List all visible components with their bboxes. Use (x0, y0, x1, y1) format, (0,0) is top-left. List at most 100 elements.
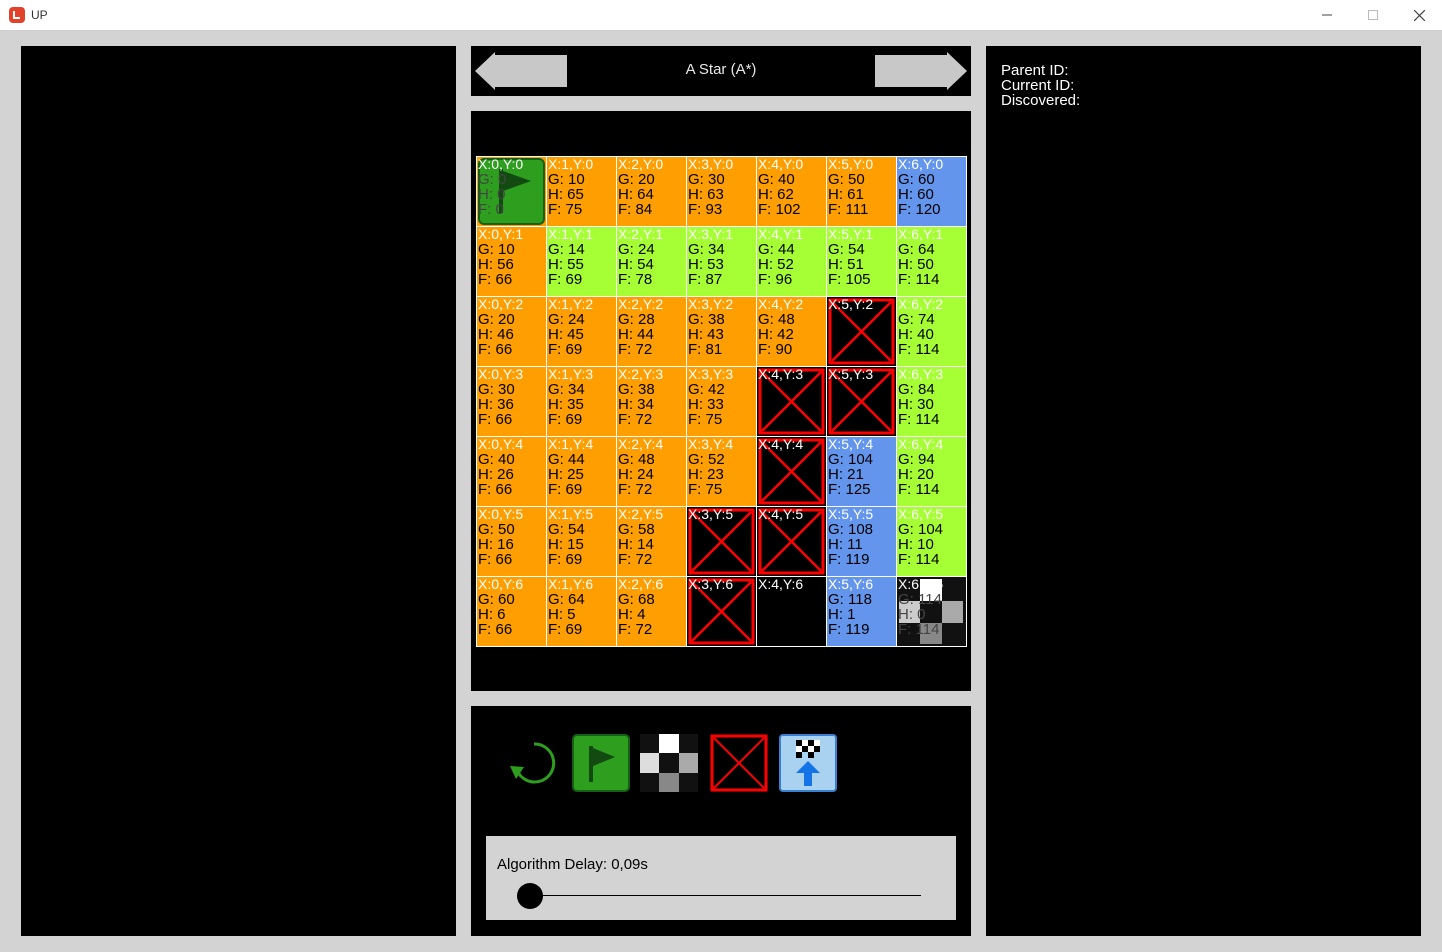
goal-checker-icon[interactable] (640, 734, 698, 792)
minimize-icon (1322, 14, 1332, 16)
grid-cell[interactable]: X:2,Y:3 G: 38 H: 34 F: 72 (616, 366, 687, 437)
grid-cell[interactable]: X:3,Y:3 G: 42 H: 33 F: 75 (686, 366, 757, 437)
cell-cost-values: G: 20 H: 64 F: 84 (618, 171, 655, 218)
cell-cost-values: G: 30 H: 63 F: 93 (688, 171, 725, 218)
grid-cell[interactable]: X:3,Y:5 (686, 506, 757, 577)
cell-coordinate-label: X:5,Y:2 (828, 296, 874, 312)
delay-slider-box: Algorithm Delay: 0,09s (486, 836, 956, 920)
grid-cell[interactable]: X:5,Y:1 G: 54 H: 51 F: 105 (826, 226, 897, 297)
cell-cost-values: G: 74 H: 40 F: 114 (898, 311, 940, 358)
cell-cost-values: G: 114 H: 0 F: 114 (898, 591, 942, 638)
cell-cost-values: G: 24 H: 54 F: 78 (618, 241, 655, 288)
grid-cell[interactable]: X:0,Y:5 G: 50 H: 16 F: 66 (476, 506, 547, 577)
cell-cost-values: G: 64 H: 5 F: 69 (548, 591, 585, 638)
grid-cell[interactable]: X:2,Y:0 G: 20 H: 64 F: 84 (616, 156, 687, 227)
grid-cell[interactable]: X:1,Y:0 G: 10 H: 65 F: 75 (546, 156, 617, 227)
grid-cell[interactable]: X:6,Y:1 G: 64 H: 50 F: 114 (896, 226, 967, 297)
algorithm-header: A Star (A*) (471, 46, 971, 96)
grid-cell[interactable]: X:4,Y:3 (756, 366, 827, 437)
grid-cell[interactable]: X:2,Y:2 G: 28 H: 44 F: 72 (616, 296, 687, 367)
close-button[interactable] (1396, 0, 1442, 30)
grid-cell[interactable]: X:0,Y:1 G: 10 H: 56 F: 66 (476, 226, 547, 297)
delay-slider-knob[interactable] (517, 883, 543, 909)
grid-cell[interactable]: X:2,Y:5 G: 58 H: 14 F: 72 (616, 506, 687, 577)
cell-coordinate-label: X:3,Y:6 (688, 576, 734, 592)
grid-cell[interactable]: X:4,Y:2 G: 48 H: 42 F: 90 (756, 296, 827, 367)
cell-coordinate-label: X:6,Y:6 (898, 576, 944, 592)
grid-cell[interactable]: X:0,Y:6 G: 60 H: 6 F: 66 (476, 576, 547, 647)
left-panel (21, 46, 456, 936)
cell-coordinate-label: X:6,Y:3 (898, 366, 944, 382)
cell-coordinate-label: X:2,Y:0 (618, 156, 664, 172)
grid-cell[interactable]: X:0,Y:0 G: 0 H: 0 F: 0 (476, 156, 547, 227)
grid-cell[interactable]: X:6,Y:3 G: 84 H: 30 F: 114 (896, 366, 967, 437)
cell-coordinate-label: X:6,Y:1 (898, 226, 944, 242)
grid-cell[interactable]: X:1,Y:3 G: 34 H: 35 F: 69 (546, 366, 617, 437)
cell-cost-values: G: 38 H: 34 F: 72 (618, 381, 655, 428)
grid-cell[interactable]: X:4,Y:6 (756, 576, 827, 647)
grid-cell[interactable]: X:1,Y:1 G: 14 H: 55 F: 69 (546, 226, 617, 297)
grid-cell[interactable]: X:2,Y:4 G: 48 H: 24 F: 72 (616, 436, 687, 507)
grid-cell[interactable]: X:0,Y:4 G: 40 H: 26 F: 66 (476, 436, 547, 507)
grid-cell[interactable]: X:5,Y:6 G: 118 H: 1 F: 119 (826, 576, 897, 647)
grid-cell[interactable]: X:3,Y:0 G: 30 H: 63 F: 93 (686, 156, 757, 227)
grid-cell[interactable]: X:1,Y:4 G: 44 H: 25 F: 69 (546, 436, 617, 507)
cell-coordinate-label: X:0,Y:6 (478, 576, 524, 592)
cell-cost-values: G: 30 H: 36 F: 66 (478, 381, 515, 428)
pathfinding-grid[interactable]: X:0,Y:0 G: 0 H: 0 F: 0 X:1,Y:0 G: 10 H: 65 … (476, 156, 967, 647)
window-title: UP (31, 8, 48, 22)
maximize-button[interactable] (1350, 0, 1396, 30)
minimize-button[interactable] (1304, 0, 1350, 30)
grid-cell[interactable]: X:3,Y:6 (686, 576, 757, 647)
grid-cell[interactable]: X:2,Y:1 G: 24 H: 54 F: 78 (616, 226, 687, 297)
grid-cell[interactable]: X:2,Y:6 G: 68 H: 4 F: 72 (616, 576, 687, 647)
cell-cost-values: G: 58 H: 14 F: 72 (618, 521, 655, 568)
grid-cell[interactable]: X:0,Y:3 G: 30 H: 36 F: 66 (476, 366, 547, 437)
app-logo-icon (9, 7, 25, 23)
reset-icon[interactable] (505, 734, 563, 792)
cell-coordinate-label: X:4,Y:4 (758, 436, 804, 452)
cell-cost-values: G: 14 H: 55 F: 69 (548, 241, 585, 288)
cell-coordinate-label: X:5,Y:6 (828, 576, 874, 592)
grid-cell[interactable]: X:4,Y:0 G: 40 H: 62 F: 102 (756, 156, 827, 227)
grid-cell[interactable]: X:6,Y:0 G: 60 H: 60 F: 120 (896, 156, 967, 227)
grid-cell[interactable]: X:5,Y:4 G: 104 H: 21 F: 125 (826, 436, 897, 507)
grid-cell[interactable]: X:6,Y:6 G: 114 H: 0 F: 114 (896, 576, 967, 647)
grid-cell[interactable]: X:4,Y:1 G: 44 H: 52 F: 96 (756, 226, 827, 297)
grid-cell[interactable]: X:5,Y:5 G: 108 H: 11 F: 119 (826, 506, 897, 577)
grid-cell[interactable]: X:5,Y:2 (826, 296, 897, 367)
cell-cost-values: G: 20 H: 46 F: 66 (478, 311, 515, 358)
grid-cell[interactable]: X:3,Y:2 G: 38 H: 43 F: 81 (686, 296, 757, 367)
cell-cost-values: G: 84 H: 30 F: 114 (898, 381, 940, 428)
cell-cost-values: G: 108 H: 11 F: 119 (828, 521, 874, 568)
cell-cost-values: G: 118 H: 1 F: 119 (828, 591, 872, 638)
grid-cell[interactable]: X:1,Y:6 G: 64 H: 5 F: 69 (546, 576, 617, 647)
grid-cell[interactable]: X:3,Y:4 G: 52 H: 23 F: 75 (686, 436, 757, 507)
cell-coordinate-label: X:4,Y:1 (758, 226, 804, 242)
grid-cell[interactable]: X:0,Y:2 G: 20 H: 46 F: 66 (476, 296, 547, 367)
parent-id-label: Parent ID: (1001, 62, 1069, 79)
cell-cost-values: G: 24 H: 45 F: 69 (548, 311, 585, 358)
cell-cost-values: G: 10 H: 65 F: 75 (548, 171, 585, 218)
start-flag-icon[interactable] (572, 734, 630, 792)
cell-coordinate-label: X:2,Y:5 (618, 506, 664, 522)
cell-cost-values: G: 10 H: 56 F: 66 (478, 241, 515, 288)
cell-coordinate-label: X:0,Y:4 (478, 436, 524, 452)
grid-cell[interactable]: X:4,Y:5 (756, 506, 827, 577)
grid-cell[interactable]: X:1,Y:2 G: 24 H: 45 F: 69 (546, 296, 617, 367)
wall-icon[interactable] (710, 734, 768, 792)
delay-slider-track[interactable] (526, 895, 921, 896)
grid-cell[interactable]: X:5,Y:0 G: 50 H: 61 F: 111 (826, 156, 897, 227)
cell-cost-values: G: 28 H: 44 F: 72 (618, 311, 655, 358)
grid-cell[interactable]: X:6,Y:4 G: 94 H: 20 F: 114 (896, 436, 967, 507)
grid-cell[interactable]: X:3,Y:1 G: 34 H: 53 F: 87 (686, 226, 757, 297)
cell-cost-values: G: 60 H: 6 F: 66 (478, 591, 515, 638)
grid-cell[interactable]: X:4,Y:4 (756, 436, 827, 507)
upload-checker-icon[interactable] (779, 734, 837, 792)
cell-coordinate-label: X:3,Y:4 (688, 436, 734, 452)
next-algorithm-button[interactable] (875, 52, 967, 90)
grid-cell[interactable]: X:5,Y:3 (826, 366, 897, 437)
grid-cell[interactable]: X:6,Y:2 G: 74 H: 40 F: 114 (896, 296, 967, 367)
grid-cell[interactable]: X:1,Y:5 G: 54 H: 15 F: 69 (546, 506, 617, 577)
grid-cell[interactable]: X:6,Y:5 G: 104 H: 10 F: 114 (896, 506, 967, 577)
